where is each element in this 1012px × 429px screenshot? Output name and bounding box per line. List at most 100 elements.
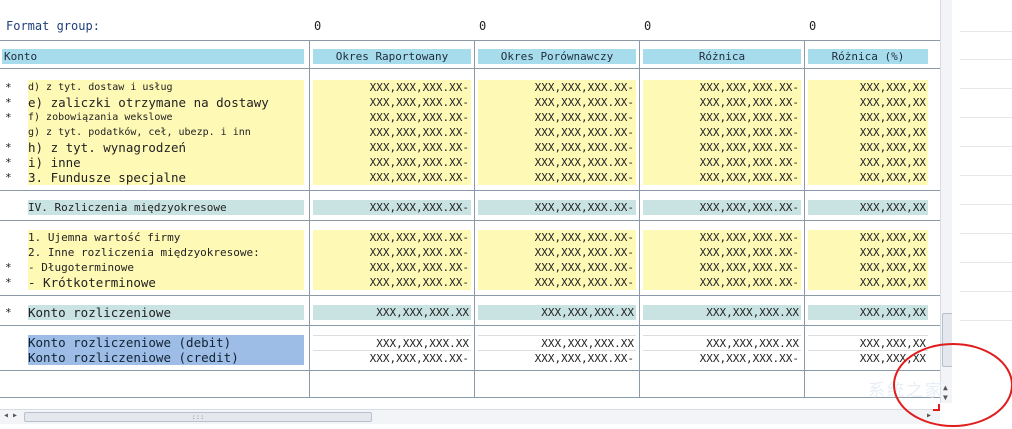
row-marker: * <box>5 81 12 94</box>
row-label: f) zobowiązania wekslowe <box>28 110 304 125</box>
cell-value: XXX,XXX,XXX.XX- <box>643 155 801 170</box>
row-label: h) z tyt. wynagrodzeń <box>28 140 304 155</box>
cell-value: XXX,XXX,XXX.XX- <box>313 170 471 185</box>
cell-value: XXX,XXX,XXX.XX- <box>643 245 801 260</box>
cell-value: XXX,XXX,XXX.XX- <box>313 140 471 155</box>
cell-value: XXX,XXX,XX <box>808 125 928 140</box>
cell-value: XXX,XXX,XX <box>808 110 928 125</box>
cell-value: XXX,XXX,XXX.XX- <box>478 140 636 155</box>
cell-value: XXX,XXX,XXX.XX <box>313 305 471 320</box>
row-label: - Długoterminowe <box>28 260 304 275</box>
cell-value: XXX,XXX,XXX.XX- <box>478 155 636 170</box>
cell-value: XXX,XXX,XXX.XX <box>478 335 636 350</box>
table-row[interactable]: Konto rozliczeniowe (debit) XXX,XXX,XXX.… <box>0 335 940 350</box>
red-circle-annotation <box>893 343 1012 427</box>
row-divider <box>0 68 940 69</box>
cell-value: XXX,XXX,XX <box>808 155 928 170</box>
row-divider <box>0 190 940 191</box>
header-okres-raportowany[interactable]: Okres Raportowany <box>313 49 471 64</box>
row-divider <box>0 40 940 41</box>
cell-value: XXX,XXX,XX <box>808 95 928 110</box>
row-label: g) z tyt. podatków, ceł, ubezp. i inn <box>28 125 304 140</box>
cell-value: XXX,XXX,XXX.XX- <box>313 155 471 170</box>
cell-value: XXX,XXX,XXX.XX- <box>313 275 471 290</box>
cell-value: XXX,XXX,XXX.XX- <box>643 125 801 140</box>
scroll-right-icon[interactable]: ▸ <box>12 411 18 421</box>
header-konto[interactable]: Konto <box>2 49 304 64</box>
scroll-left-icon[interactable]: ◂ <box>3 411 9 421</box>
row-label: i) inne <box>28 155 304 170</box>
cell-value: XXX,XXX,XXX.XX <box>313 335 471 350</box>
format-group-label: Format group: <box>6 19 100 33</box>
cell-value: XXX,XXX,XXX.XX- <box>313 80 471 95</box>
cell-value: XXX,XXX,XXX.XX- <box>643 170 801 185</box>
table-row[interactable]: * e) zaliczki otrzymane na dostawy XXX,X… <box>0 95 940 110</box>
table-row[interactable]: 1. Ujemna wartość firmy XXX,XXX,XXX.XX- … <box>0 230 940 245</box>
cell-value: XXX,XXX,XXX.XX <box>643 335 801 350</box>
row-marker: * <box>5 276 12 289</box>
row-marker: * <box>5 96 12 109</box>
cell-value: XXX,XXX,XXX.XX- <box>313 95 471 110</box>
sheet-gridline <box>960 88 1012 89</box>
cell-value: XXX,XXX,XXX.XX- <box>478 230 636 245</box>
sheet-gridline <box>960 204 1012 205</box>
header-okres-porownawczy[interactable]: Okres Porównawczy <box>478 49 636 64</box>
row-label: Konto rozliczeniowe <box>28 305 304 320</box>
row-marker: * <box>5 111 12 124</box>
table-row[interactable]: g) z tyt. podatków, ceł, ubezp. i inn XX… <box>0 125 940 140</box>
cell-value: XXX,XXX,XX <box>808 245 928 260</box>
format-group-value-2: 0 <box>479 19 487 33</box>
cell-value: XXX,XXX,XX <box>808 230 928 245</box>
cell-value: XXX,XXX,XXX.XX- <box>313 245 471 260</box>
header-roznica-procent[interactable]: Różnica (%) <box>808 49 928 64</box>
resize-corner-icon[interactable] <box>933 404 940 411</box>
report-area: Format group: 0 0 0 0 Konto Okres Raport… <box>0 0 940 403</box>
table-row-subtotal[interactable]: IV. Rozliczenia międzyokresowe XXX,XXX,X… <box>0 200 940 215</box>
cell-value: XXX,XXX,XXX.XX <box>643 305 801 320</box>
cell-value: XXX,XXX,XXX.XX- <box>478 110 636 125</box>
cell-value: XXX,XXX,XXX.XX- <box>313 260 471 275</box>
table-row[interactable]: * i) inne XXX,XXX,XXX.XX- XXX,XXX,XXX.XX… <box>0 155 940 170</box>
row-divider <box>0 325 940 326</box>
row-label: - Krótkoterminowe <box>28 275 304 290</box>
sheet-gridline <box>960 291 1012 292</box>
table-row[interactable]: * d) z tyt. dostaw i usług XXX,XXX,XXX.X… <box>0 80 940 95</box>
sheet-gridline <box>960 175 1012 176</box>
table-row[interactable]: * 3. Fundusze specjalne XXX,XXX,XXX.XX- … <box>0 170 940 185</box>
table-row[interactable]: Konto rozliczeniowe (credit) XXX,XXX,XXX… <box>0 350 940 365</box>
table-row[interactable]: 2. Inne rozliczenia międzyokresowe: XXX,… <box>0 245 940 260</box>
row-marker: * <box>5 261 12 274</box>
cell-value: XXX,XXX,XXX.XX- <box>478 200 636 215</box>
cell-value: XXX,XXX,XXX.XX- <box>313 125 471 140</box>
table-row[interactable]: * h) z tyt. wynagrodzeń XXX,XXX,XXX.XX- … <box>0 140 940 155</box>
row-divider <box>0 397 940 398</box>
row-divider <box>0 370 940 371</box>
sheet-gridline <box>960 31 1012 32</box>
row-label: e) zaliczki otrzymane na dostawy <box>28 95 304 110</box>
cell-value: XXX,XXX,XXX.XX- <box>313 350 471 365</box>
row-divider <box>0 220 940 221</box>
cell-value: XXX,XXX,XX <box>808 335 928 350</box>
cell-value: XXX,XXX,XXX.XX- <box>478 275 636 290</box>
row-label: Konto rozliczeniowe (debit) <box>28 335 304 350</box>
sheet-gridline <box>960 320 1012 321</box>
row-label: IV. Rozliczenia międzyokresowe <box>28 200 304 215</box>
format-group-value-4: 0 <box>809 19 817 33</box>
row-label: d) z tyt. dostaw i usług <box>28 80 304 95</box>
cell-value: XXX,XXX,XXX.XX- <box>643 95 801 110</box>
table-row[interactable]: * - Długoterminowe XXX,XXX,XXX.XX- XXX,X… <box>0 260 940 275</box>
horizontal-scrollbar[interactable]: ◂ ▸ ::: ▸ <box>0 409 940 424</box>
cell-value: XXX,XXX,XX <box>808 140 928 155</box>
row-marker: * <box>5 306 12 319</box>
row-marker: * <box>5 156 12 169</box>
table-row[interactable]: * - Krótkoterminowe XXX,XXX,XXX.XX- XXX,… <box>0 275 940 290</box>
table-row-subtotal[interactable]: * Konto rozliczeniowe XXX,XXX,XXX.XX XXX… <box>0 305 940 320</box>
table-row[interactable]: * f) zobowiązania wekslowe XXX,XXX,XXX.X… <box>0 110 940 125</box>
horizontal-scroll-thumb[interactable]: ::: <box>24 412 372 422</box>
cell-value: XXX,XXX,XXX.XX- <box>643 140 801 155</box>
cell-value: XXX,XXX,XXX.XX- <box>313 110 471 125</box>
cell-value: XXX,XXX,XX <box>808 275 928 290</box>
cell-value: XXX,XXX,XXX.XX- <box>478 350 636 365</box>
cell-value: XXX,XXX,XXX.XX- <box>643 200 801 215</box>
header-roznica[interactable]: Różnica <box>643 49 801 64</box>
